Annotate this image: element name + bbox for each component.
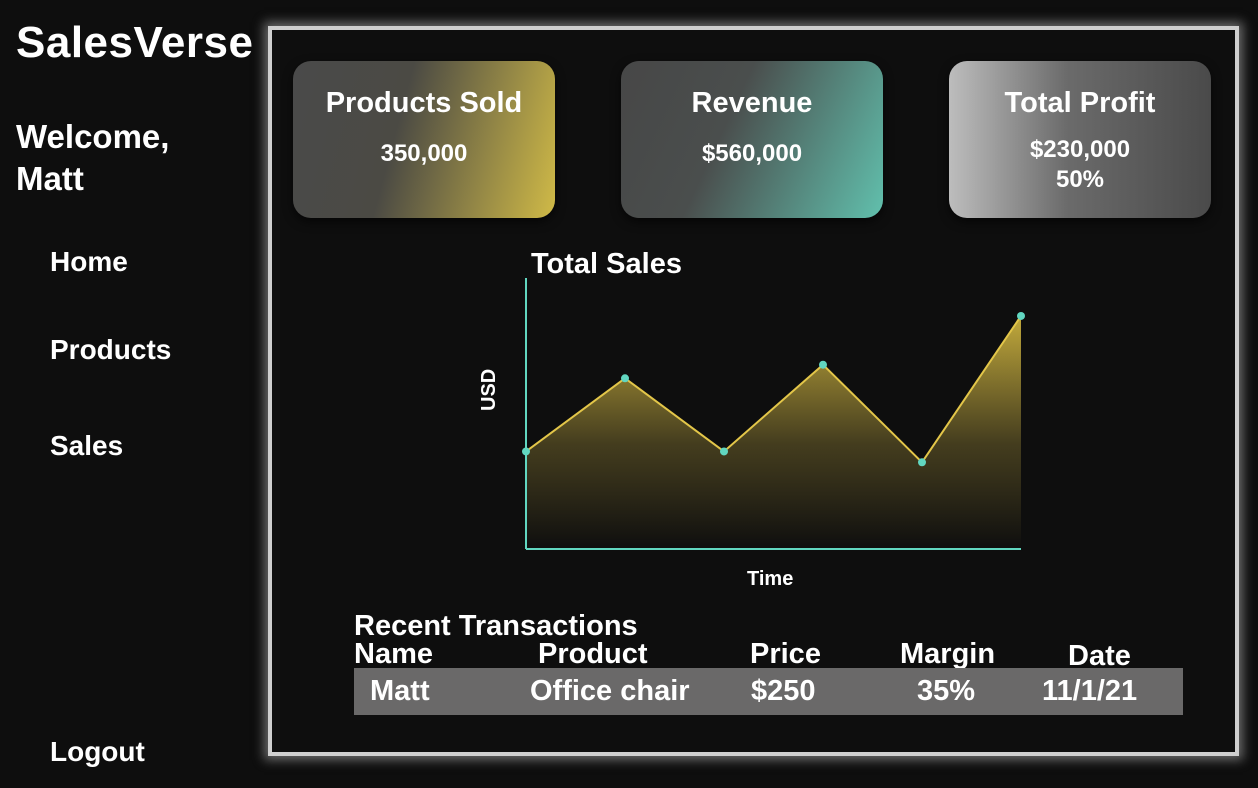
revenue-card: Revenue $560,000 bbox=[621, 61, 883, 218]
column-header-product: Product bbox=[538, 638, 648, 670]
total-profit-card: Total Profit $230,000 50% bbox=[949, 61, 1211, 218]
products-sold-card: Products Sold 350,000 bbox=[293, 61, 555, 218]
cell-name: Matt bbox=[370, 675, 430, 707]
sidebar-item-sales[interactable]: Sales bbox=[50, 430, 123, 462]
total-profit-title: Total Profit bbox=[1004, 87, 1156, 119]
user-name: Matt bbox=[16, 160, 84, 197]
data-point-5 bbox=[1017, 311, 1025, 320]
products-sold-value: 350,000 bbox=[380, 140, 468, 167]
logout-button[interactable]: Logout bbox=[50, 736, 145, 768]
data-point-1 bbox=[621, 374, 629, 383]
y-axis-label: USD bbox=[478, 368, 500, 411]
data-point-0 bbox=[522, 447, 530, 456]
total-profit-value: $230,000 bbox=[1029, 136, 1131, 163]
column-header-margin: Margin bbox=[900, 638, 996, 670]
sidebar-item-products[interactable]: Products bbox=[50, 334, 171, 366]
products-sold-title: Products Sold bbox=[325, 87, 523, 119]
app-root: SalesVerse Welcome, Matt Home Products S… bbox=[0, 0, 1258, 788]
x-axis-label: Time bbox=[747, 568, 794, 590]
column-header-name: Name bbox=[354, 638, 433, 670]
cell-price: $250 bbox=[751, 675, 816, 707]
sales-chart bbox=[522, 278, 1025, 550]
welcome-label: Welcome, bbox=[16, 118, 170, 155]
data-point-2 bbox=[720, 447, 728, 456]
cell-date: 11/1/21 bbox=[1042, 675, 1138, 707]
data-point-4 bbox=[918, 458, 926, 467]
sidebar-item-home[interactable]: Home bbox=[50, 246, 128, 278]
table-row[interactable]: Matt Office chair $250 35% 11/1/21 bbox=[354, 668, 1183, 715]
sales-area-fill bbox=[526, 315, 1021, 549]
total-profit-percent: 50% bbox=[1055, 166, 1105, 193]
app-logo: SalesVerse bbox=[16, 18, 254, 67]
cell-product: Office chair bbox=[530, 675, 690, 707]
cell-margin: 35% bbox=[917, 675, 976, 707]
revenue-title: Revenue bbox=[691, 87, 813, 119]
column-header-price: Price bbox=[750, 638, 821, 670]
welcome-message: Welcome, Matt bbox=[16, 116, 169, 200]
revenue-value: $560,000 bbox=[701, 140, 803, 167]
data-point-3 bbox=[819, 360, 827, 369]
